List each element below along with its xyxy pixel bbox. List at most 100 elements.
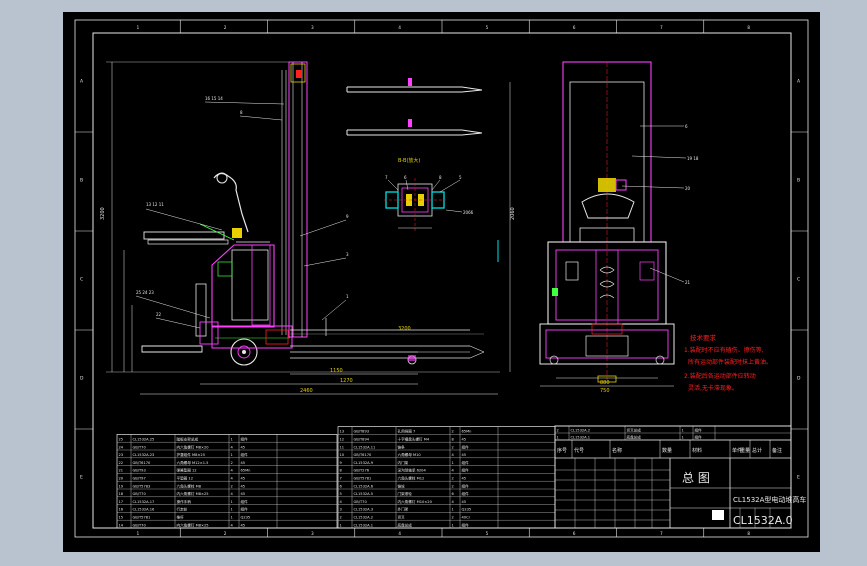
- svg-text:2066: 2066: [463, 210, 474, 215]
- bom-cell: 1: [231, 515, 233, 519]
- bom-cell: 内门架: [398, 460, 409, 465]
- cad-viewport[interactable]: 1122334455667788AABBCCDDEE 3200 2060 246…: [0, 0, 867, 562]
- bom-cell: 3: [340, 508, 342, 512]
- bom-cell: 7: [340, 476, 342, 480]
- svg-text:3200: 3200: [100, 207, 106, 220]
- svg-text:21: 21: [685, 280, 691, 285]
- tech-line-2: 所有运动部件装配时抹上黄油。: [688, 358, 772, 366]
- bom-cell: 行走轮: [177, 507, 188, 512]
- bom-cell: 1: [231, 437, 233, 441]
- bom-cell: CL1532A.11: [354, 445, 376, 449]
- bom-cell: 外门架: [398, 507, 409, 512]
- bom-cell: CL1532A.16: [133, 508, 155, 512]
- bom-cell: GB/T5781: [133, 515, 151, 519]
- bom-cell: 内六角螺钉 M8×25: [177, 491, 209, 496]
- bom-cell: 推杆: [177, 514, 185, 519]
- bom-cell: 2: [231, 461, 233, 465]
- title-header-cell: 数量: [662, 447, 672, 454]
- bom-cell: 45: [241, 523, 246, 527]
- bom-cell: 孔用挡圈 7: [398, 429, 416, 434]
- bom-cell: 1: [452, 508, 454, 512]
- dim-width-rear: 880: [600, 380, 610, 386]
- bom-cell: 链轮: [398, 483, 406, 488]
- bom-cell: 11: [340, 445, 345, 449]
- dim-lift-height: 3200: [398, 326, 411, 332]
- tech-title: 技术要求: [690, 333, 717, 342]
- svg-text:16 15 14: 16 15 14: [205, 96, 223, 101]
- bom-cell: GB/T70: [133, 523, 147, 527]
- bom-cell: 24: [119, 445, 124, 449]
- bom-cell: 2: [231, 484, 233, 488]
- bom-cell: GB/T6170: [354, 453, 373, 457]
- bom-cell: 六角头螺栓 M12: [398, 475, 425, 480]
- svg-text:13 12 11: 13 12 11: [146, 202, 164, 207]
- bom-cell: GB/T70: [354, 500, 368, 504]
- bom-cell: 弹簧垫圈 12: [177, 468, 197, 473]
- zone-row-label-left: E: [80, 475, 83, 481]
- weight-label: 重量: [740, 447, 750, 454]
- bom-cell: CL1532A.17: [133, 500, 155, 504]
- bom-cell: 25: [119, 437, 124, 441]
- bom-cell: GB/T93: [133, 469, 146, 473]
- bom-cell: 货叉: [398, 514, 406, 519]
- bom-cell: 2: [452, 484, 454, 488]
- bom-cell: 21: [119, 469, 124, 473]
- tech-line-3: 2.装配后各运动部件应转动: [684, 372, 756, 380]
- zone-row-label-right: D: [797, 376, 801, 382]
- dim-overall-length: 2460: [300, 388, 313, 394]
- bom-cell: 45: [241, 445, 246, 449]
- section-label: B-B(放大): [398, 157, 420, 164]
- bom-cell: 组件: [695, 434, 703, 439]
- bom-cell: CL1532A.3: [354, 508, 373, 512]
- svg-text:19 18: 19 18: [687, 156, 699, 161]
- bom-cell: GB/T97: [133, 476, 146, 480]
- bom-cell: 20: [119, 476, 124, 480]
- bom-cell: 1: [682, 435, 684, 439]
- bom-cell: 45: [241, 492, 246, 496]
- bom-cell: 内六角螺钉 M8×25: [177, 522, 209, 527]
- bom-cell: 19: [119, 484, 124, 488]
- bom-cell: CL1532A.6: [354, 484, 374, 488]
- bom-cell: 23: [119, 453, 124, 457]
- bom-cell: 平垫圈 12: [177, 475, 194, 480]
- bom-cell: 1: [452, 523, 454, 527]
- title-drawing-number: CL1532A.0: [733, 514, 793, 527]
- bom-cell: 1: [340, 523, 342, 527]
- bom-cell: 组件: [241, 507, 249, 512]
- bom-cell: 组件: [695, 427, 703, 432]
- zone-row-label-left: B: [80, 178, 83, 184]
- bom-cell: 45: [462, 500, 467, 504]
- bom-cell: 护罩组件 M8×25: [177, 452, 206, 457]
- bom-cell: 13: [340, 430, 345, 434]
- bom-cell: 45: [241, 461, 246, 465]
- title-header-cell: 材料: [692, 447, 702, 454]
- bom-cell: 货叉总成: [627, 427, 642, 432]
- bom-cell: GB/T5781: [354, 476, 372, 480]
- cad-drawing: 1122334455667788A AB BC CD DE E 3200 206…: [63, 12, 820, 552]
- tech-line-1: 1.装配时不应有磕伤、擦伤等,: [684, 346, 764, 354]
- dim-wheelbase: 1270: [340, 378, 353, 384]
- bom-cell: GB/T70: [133, 445, 147, 449]
- bom-cell: Q235: [462, 508, 472, 512]
- bom-cell: 12: [340, 437, 345, 441]
- bom-cell: 17: [119, 500, 124, 504]
- bom-cell: 45: [241, 484, 246, 488]
- zone-row-label-left: D: [80, 376, 84, 382]
- bom-cell: 组件: [241, 436, 249, 441]
- bom-cell: 10: [340, 453, 345, 457]
- bom-cell: 22: [119, 461, 124, 465]
- bom-cell: 组件: [462, 468, 470, 473]
- bom-cell: 45: [241, 476, 246, 480]
- title-header-cell: 代号: [574, 447, 584, 454]
- bom-cell: CL1532A.2: [571, 428, 590, 432]
- bom-cell: GB/T893: [354, 430, 370, 434]
- bom-cell: 1: [452, 461, 454, 465]
- tech-line-4: 灵活,无卡滞现象。: [688, 384, 738, 392]
- bom-cell: 十字槽盘头螺钉 M4: [398, 436, 430, 441]
- bom-cell: 2: [452, 445, 454, 449]
- bom-cell: 45: [462, 476, 467, 480]
- bom-cell: 65Mn: [241, 469, 251, 473]
- title-header-cell: 名称: [612, 447, 622, 454]
- bom-cell: 六角螺母 M12×1.5: [177, 460, 209, 465]
- zone-row-label-right: E: [797, 475, 800, 481]
